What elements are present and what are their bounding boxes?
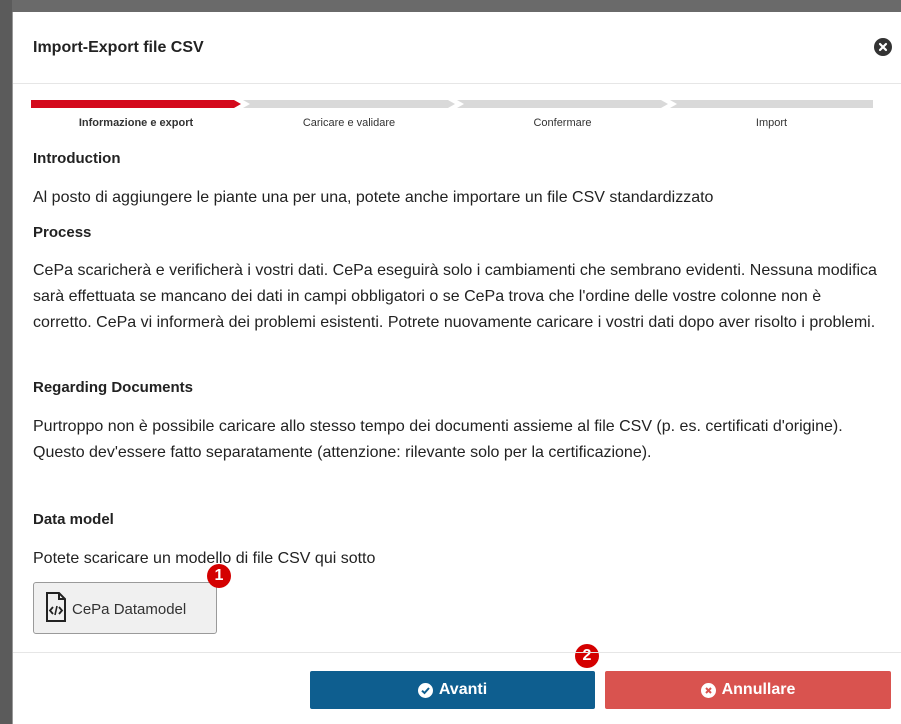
backdrop xyxy=(0,0,901,12)
backdrop-left xyxy=(0,0,12,724)
datamodel-heading: Data model xyxy=(33,511,114,528)
modal-title: Import-Export file CSV xyxy=(33,39,204,56)
annotation-badge-2: 2 xyxy=(575,644,599,668)
step-caricare[interactable]: Caricare e validare xyxy=(243,117,455,129)
check-circle-icon xyxy=(417,682,433,698)
wizard-stepper: Informazione e export Caricare e validar… xyxy=(31,100,873,136)
stepper-bar xyxy=(31,100,873,108)
documents-text: Purtroppo non è possibile caricare allo … xyxy=(33,418,843,461)
datamodel-button-label: CePa Datamodel xyxy=(72,601,187,618)
cancel-button-label: Annullare xyxy=(721,681,796,698)
step-bar-3 xyxy=(457,100,668,108)
step-import[interactable]: Import xyxy=(670,117,873,129)
close-icon[interactable] xyxy=(874,38,892,56)
next-button-label: Avanti xyxy=(438,681,488,698)
datamodel-text: Potete scaricare un modello di file CSV … xyxy=(33,550,376,567)
next-button[interactable]: Avanti xyxy=(310,671,595,709)
times-circle-icon xyxy=(700,682,716,698)
introduction-heading: Introduction xyxy=(33,150,121,167)
step-bar-1 xyxy=(31,100,241,108)
step-confermare[interactable]: Confermare xyxy=(457,117,668,129)
cancel-button[interactable]: Annullare xyxy=(605,671,891,709)
modal-header: Import-Export file CSV xyxy=(13,12,901,84)
import-export-modal: Import-Export file CSV Informazione e ex… xyxy=(12,12,901,724)
process-text: CePa scaricherà e verificherà i vostri d… xyxy=(33,262,877,331)
step-bar-2 xyxy=(243,100,455,108)
step-informazione[interactable]: Informazione e export xyxy=(31,117,241,129)
process-heading: Process xyxy=(33,224,92,241)
introduction-text: Al posto di aggiungere le piante una per… xyxy=(33,189,714,206)
footer-divider xyxy=(13,652,901,653)
file-code-icon xyxy=(46,592,66,622)
datamodel-download-button[interactable]: CePa Datamodel xyxy=(33,582,217,634)
step-bar-4 xyxy=(670,100,873,108)
documents-heading: Regarding Documents xyxy=(33,379,194,396)
annotation-badge-1: 1 xyxy=(207,564,231,588)
